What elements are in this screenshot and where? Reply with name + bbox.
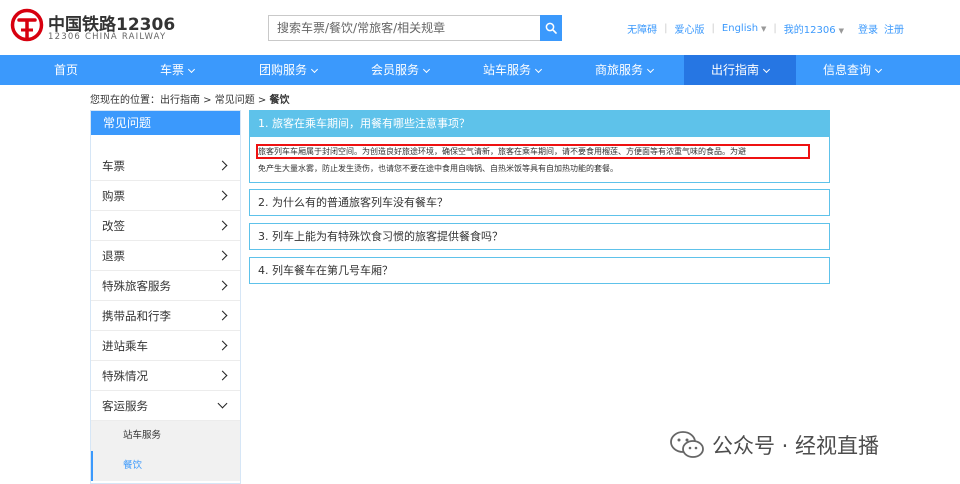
nav-item-label: 出行指南 xyxy=(710,63,759,77)
login-link[interactable]: 登录 xyxy=(858,21,878,36)
nav-item-home[interactable]: 首页 xyxy=(38,55,94,85)
language-link[interactable]: English ▼ xyxy=(722,23,767,34)
chevron-right-icon xyxy=(217,220,228,231)
chevron-down-icon xyxy=(422,65,431,74)
nav-item-label: 商旅服务 xyxy=(594,63,643,77)
sidebar-item-label: 携带品和行李 xyxy=(102,309,171,323)
sidebar-item-label: 购票 xyxy=(102,189,125,203)
chevron-right-icon xyxy=(217,190,228,201)
wechat-icon xyxy=(670,431,704,458)
china-railway-logo-icon xyxy=(10,8,44,42)
nav-item-travel-guide[interactable]: 出行指南 xyxy=(684,55,796,85)
my-12306-label: 我的12306 xyxy=(783,25,836,36)
breadcrumb-current: 餐饮 xyxy=(269,95,290,106)
sidebar-item-label: 特殊旅客服务 xyxy=(102,279,171,293)
chevron-down-icon: ▼ xyxy=(838,27,844,35)
chevron-down-icon xyxy=(534,65,543,74)
divider: | xyxy=(664,23,668,34)
nav-item-business-travel[interactable]: 商旅服务 xyxy=(586,55,662,85)
care-mode-link[interactable]: 爱心版 xyxy=(675,21,705,36)
sidebar-item-label: 客运服务 xyxy=(102,399,148,413)
sidebar-item-label: 特殊情况 xyxy=(102,369,148,383)
sidebar-item-luggage[interactable]: 携带品和行李 xyxy=(91,301,240,331)
breadcrumb: 您现在的位置：出行指南 > 常见问题 > 餐饮 xyxy=(90,91,289,106)
nav-item-label: 团购服务 xyxy=(258,63,307,77)
chevron-right-icon xyxy=(217,370,228,381)
sidebar-list: 车票 购票 改签 退票 特殊旅客服务 携带品和行李 进站乘车 特殊情况 客运服务… xyxy=(91,151,240,481)
sidebar-title: 常见问题 xyxy=(91,111,240,135)
watermark: 公众号 · 经视直播 xyxy=(670,428,879,462)
logo[interactable]: 中国铁路12306 12306 CHINA RAILWAY xyxy=(10,8,175,48)
nav-item-label: 会员服务 xyxy=(370,63,419,77)
search-button[interactable] xyxy=(540,15,562,41)
nav-item-tickets[interactable]: 车票 xyxy=(144,55,210,85)
sidebar-subitem-catering[interactable]: 餐饮 xyxy=(91,451,240,481)
sidebar-item-tickets[interactable]: 车票 xyxy=(91,151,240,181)
faq-answer-line: 旅客列车车厢属于封闭空间。为创造良好旅途环境，确保空气清新，旅客在乘车期间，请不… xyxy=(258,147,746,156)
top-links: 无障碍 | 爱心版 | English ▼ | 我的12306 ▼ 登录 注册 xyxy=(627,21,904,36)
chevron-down-icon xyxy=(762,65,771,74)
nav-item-station-services[interactable]: 站车服务 xyxy=(474,55,550,85)
search-bar xyxy=(268,15,562,41)
divider: | xyxy=(711,23,715,34)
sidebar-subitem-station-services[interactable]: 站车服务 xyxy=(91,421,240,451)
faq-answer: 旅客列车车厢属于封闭空间。为创造良好旅途环境，确保空气清新，旅客在乘车期间，请不… xyxy=(250,137,829,182)
chevron-right-icon xyxy=(217,250,228,261)
nav-item-member-services[interactable]: 会员服务 xyxy=(362,55,438,85)
sidebar-item-label: 退票 xyxy=(102,249,125,263)
sidebar-item-change[interactable]: 改签 xyxy=(91,211,240,241)
accessibility-link[interactable]: 无障碍 xyxy=(627,21,657,36)
sidebar-item-passenger-services[interactable]: 客运服务 xyxy=(91,391,240,421)
sidebar-item-special-cases[interactable]: 特殊情况 xyxy=(91,361,240,391)
faq-list: 1. 旅客在乘车期间，用餐有哪些注意事项？ 旅客列车车厢属于封闭空间。为创造良好… xyxy=(249,110,830,284)
sidebar-item-label: 改签 xyxy=(102,219,125,233)
sidebar-item-label: 车票 xyxy=(102,159,125,173)
nav-item-label: 信息查询 xyxy=(822,63,871,77)
nav-item-label: 首页 xyxy=(53,63,78,77)
faq-question[interactable]: 2. 为什么有的普通旅客列车没有餐车？ xyxy=(249,189,830,216)
language-label: English xyxy=(721,23,759,34)
chevron-down-icon xyxy=(874,65,883,74)
chevron-right-icon xyxy=(217,340,228,351)
my-12306-link[interactable]: 我的12306 ▼ xyxy=(784,21,844,36)
sidebar-item-special-passengers[interactable]: 特殊旅客服务 xyxy=(91,271,240,301)
chevron-down-icon xyxy=(646,65,655,74)
nav-item-info-query[interactable]: 信息查询 xyxy=(814,55,890,85)
sidebar-item-refund[interactable]: 退票 xyxy=(91,241,240,271)
divider: | xyxy=(773,23,777,34)
nav-item-label: 站车服务 xyxy=(482,63,531,77)
faq-answer-line: 免产生大量水雾，防止发生烫伤，也请您不要在途中食用自嗨锅、自热米饭等具有自加热功… xyxy=(258,164,618,173)
faq-question[interactable]: 3. 列车上能为有特殊饮食习惯的旅客提供餐食吗？ xyxy=(249,223,830,250)
register-link[interactable]: 注册 xyxy=(884,21,904,36)
sidebar-item-label: 进站乘车 xyxy=(102,339,148,353)
nav-item-label: 车票 xyxy=(159,63,184,77)
search-icon xyxy=(545,22,557,34)
chevron-right-icon xyxy=(217,280,228,291)
faq-item-open: 1. 旅客在乘车期间，用餐有哪些注意事项？ 旅客列车车厢属于封闭空间。为创造良好… xyxy=(249,110,830,183)
header: 中国铁路12306 12306 CHINA RAILWAY 无障碍 | 爱心版 … xyxy=(0,0,960,55)
logo-subtitle: 12306 CHINA RAILWAY xyxy=(48,32,167,42)
chevron-right-icon xyxy=(217,310,228,321)
page: 中国铁路12306 12306 CHINA RAILWAY 无障碍 | 爱心版 … xyxy=(0,0,960,484)
faq-question[interactable]: 4. 列车餐车在第几号车厢？ xyxy=(249,257,830,284)
chevron-down-icon xyxy=(187,65,196,74)
faq-question[interactable]: 1. 旅客在乘车期间，用餐有哪些注意事项？ xyxy=(250,111,829,137)
breadcrumb-path: 您现在的位置：出行指南 > 常见问题 > xyxy=(90,95,270,106)
sidebar-item-purchase[interactable]: 购票 xyxy=(91,181,240,211)
sidebar: 常见问题 车票 购票 改签 退票 特殊旅客服务 携带品和行李 进站乘车 特殊情况… xyxy=(90,110,241,484)
main-nav: 首页 车票 团购服务 会员服务 站车服务 商旅服务 出行指南 信息查询 xyxy=(0,55,960,85)
search-input[interactable] xyxy=(268,15,540,41)
nav-item-group-purchase[interactable]: 团购服务 xyxy=(250,55,326,85)
chevron-right-icon xyxy=(217,160,228,171)
chevron-down-icon xyxy=(310,65,319,74)
chevron-down-icon: ▼ xyxy=(761,25,767,33)
sidebar-item-boarding[interactable]: 进站乘车 xyxy=(91,331,240,361)
chevron-down-icon xyxy=(217,398,228,409)
watermark-text: 公众号 · 经视直播 xyxy=(712,434,880,458)
